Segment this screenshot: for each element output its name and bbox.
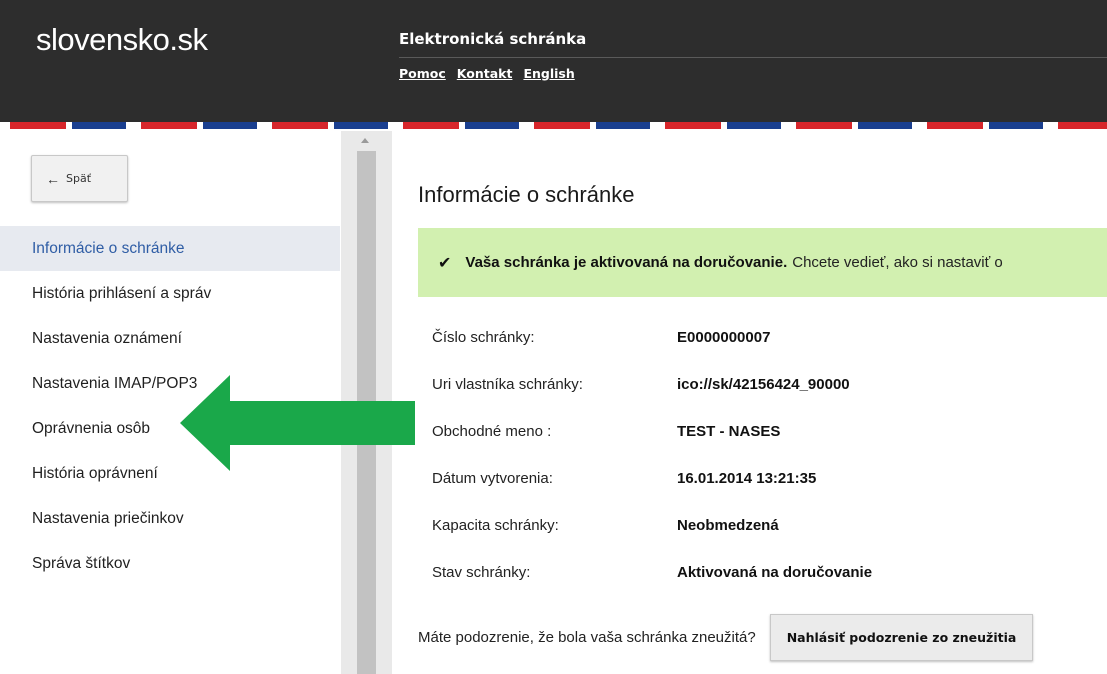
info-row-status: Stav schránky: Aktivovaná na doručovanie <box>432 549 872 596</box>
site-header: slovensko.sk Elektronická schránka Pomoc… <box>0 0 1107 122</box>
header-links: Pomoc Kontakt English <box>399 66 575 81</box>
check-icon: ✔ <box>438 254 452 272</box>
header-divider <box>399 57 1107 58</box>
back-button-label: Späť <box>66 172 92 185</box>
app-title: Elektronická schránka <box>399 30 587 48</box>
info-row-mailbox-number: Číslo schránky: E0000000007 <box>432 314 872 361</box>
info-value: Neobmedzená <box>677 517 779 534</box>
info-label: Dátum vytvorenia: <box>432 470 553 487</box>
page-title: Informácie o schránke <box>418 182 635 207</box>
back-button[interactable]: ← Späť <box>31 155 128 202</box>
contact-link[interactable]: Kontakt <box>457 66 513 81</box>
sidebar-item-notification-settings[interactable]: Nastavenia oznámení <box>0 316 340 361</box>
info-label: Číslo schránky: <box>432 329 535 346</box>
info-row-capacity: Kapacita schránky: Neobmedzená <box>432 502 872 549</box>
report-misuse-row: Máte podozrenie, že bola vaša schránka z… <box>418 614 1034 661</box>
sidebar-item-folder-settings[interactable]: Nastavenia priečinkov <box>0 496 340 541</box>
airmail-stripe <box>0 122 1107 129</box>
info-row-business-name: Obchodné meno : TEST - NASES <box>432 408 872 455</box>
info-value: 16.01.2014 13:21:35 <box>677 470 817 487</box>
sidebar-item-label-management[interactable]: Správa štítkov <box>0 541 340 586</box>
info-value: E0000000007 <box>677 329 771 346</box>
alert-strong-text: Vaša schránka je aktivovaná na doručovan… <box>465 254 788 271</box>
info-row-owner-uri: Uri vlastníka schránky: ico://sk/4215642… <box>432 361 872 408</box>
info-row-created-date: Dátum vytvorenia: 16.01.2014 13:21:35 <box>432 455 872 502</box>
sidebar-item-mailbox-info[interactable]: Informácie o schránke <box>0 226 340 271</box>
info-label: Kapacita schránky: <box>432 517 559 534</box>
alert-help-text: Chcete vedieť, ako si nastaviť o <box>792 254 1003 271</box>
info-value: ico://sk/42156424_90000 <box>677 376 850 393</box>
info-value: TEST - NASES <box>677 423 781 440</box>
site-logo[interactable]: slovensko.sk <box>36 22 208 58</box>
report-misuse-button[interactable]: Nahlásiť podozrenie zo zneužitia <box>769 614 1034 661</box>
help-link[interactable]: Pomoc <box>399 66 446 81</box>
report-question: Máte podozrenie, že bola vaša schránka z… <box>418 629 756 646</box>
arrow-left-icon: ← <box>46 170 60 187</box>
scroll-up-icon[interactable] <box>361 138 369 143</box>
english-link[interactable]: English <box>523 66 574 81</box>
info-label: Stav schránky: <box>432 564 531 581</box>
sidebar-item-login-history[interactable]: História prihlásení a správ <box>0 271 340 316</box>
mailbox-info-table: Číslo schránky: E0000000007 Uri vlastník… <box>432 314 872 596</box>
green-arrow-icon <box>180 375 415 471</box>
info-value: Aktivovaná na doručovanie <box>677 564 873 581</box>
info-label: Uri vlastníka schránky: <box>432 376 583 393</box>
info-label: Obchodné meno : <box>432 423 552 440</box>
activation-alert: ✔ Vaša schránka je aktivovaná na doručov… <box>418 228 1107 297</box>
